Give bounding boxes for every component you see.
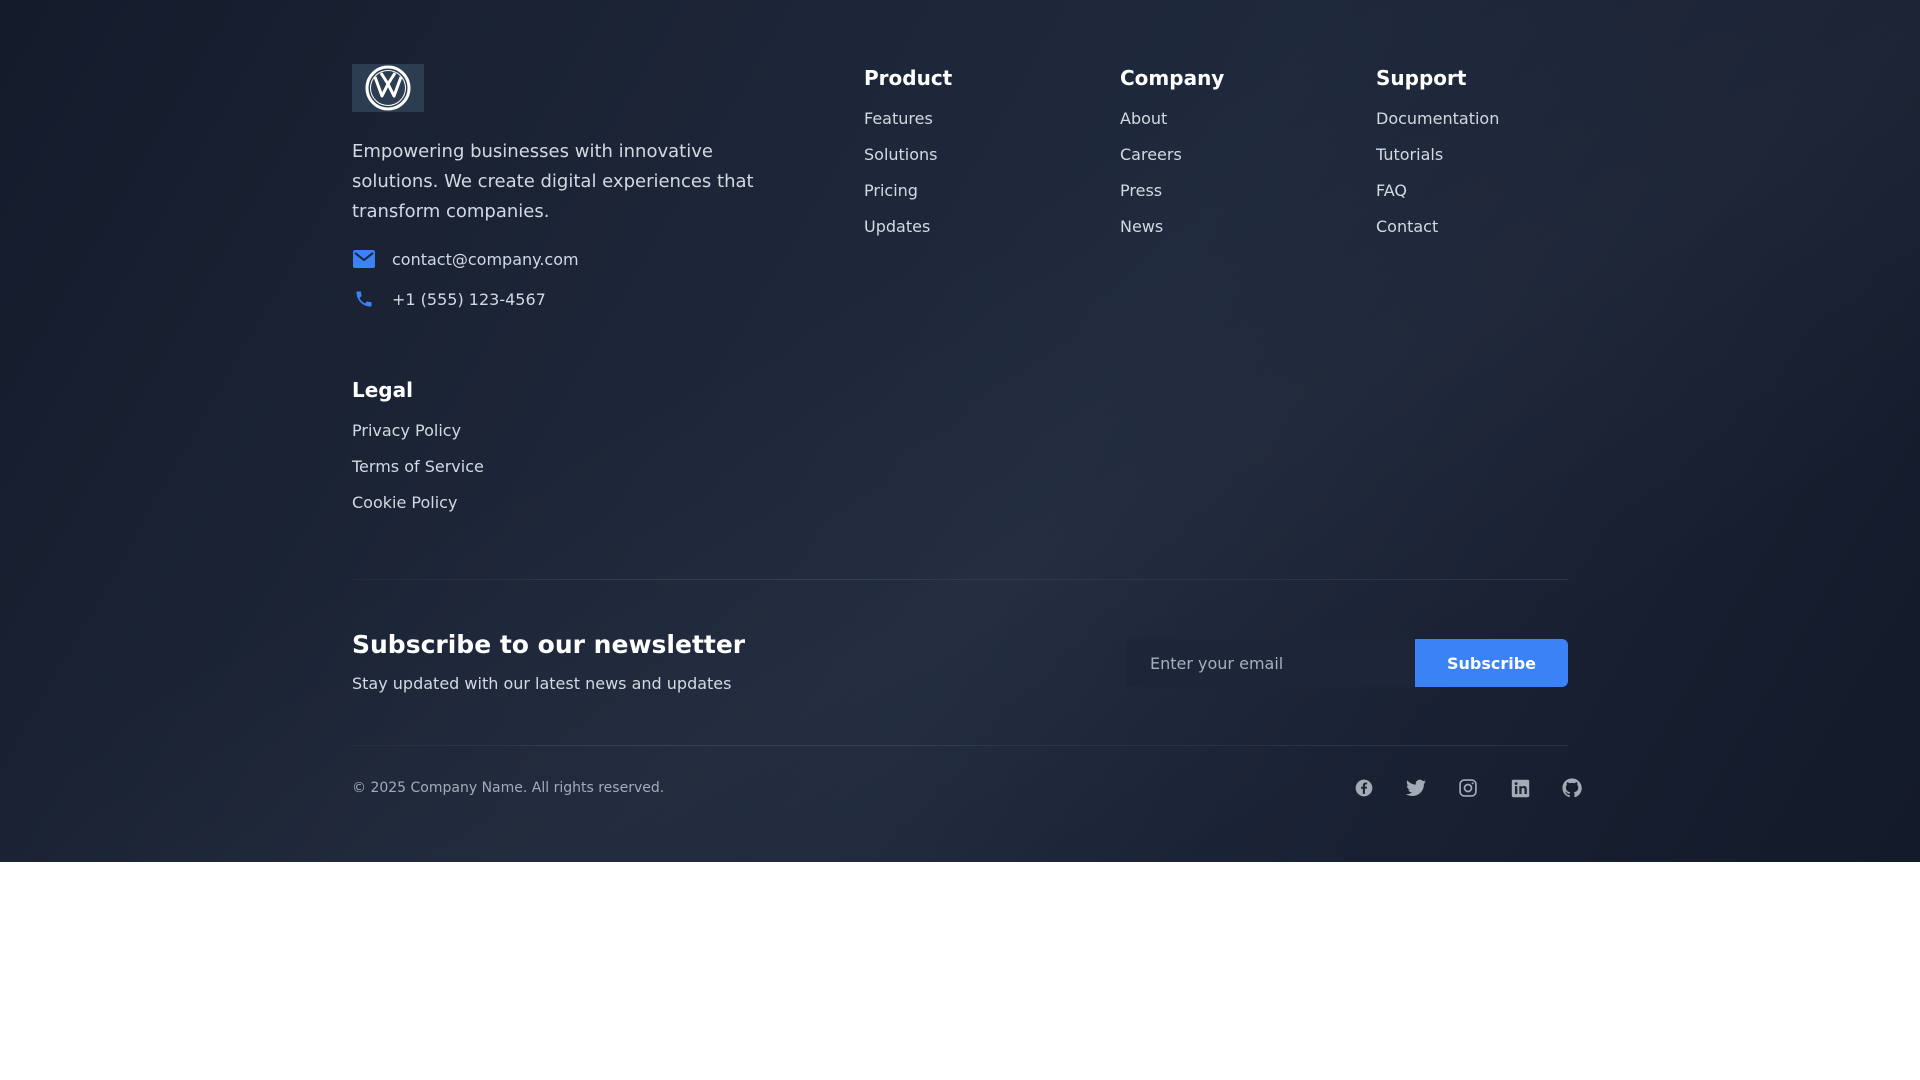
footer-column-legal: Legal Privacy Policy Terms of Service Co… [352,376,484,529]
link-documentation[interactable]: Documentation [1376,109,1499,128]
phone-icon [352,287,376,311]
footer-column-support: Support Documentation Tutorials FAQ Cont… [1376,64,1499,253]
bottom-divider [352,745,1568,746]
github-icon[interactable] [1560,776,1584,800]
footer-column-product: Product Features Solutions Pricing Updat… [864,64,952,253]
copyright-text: © 2025 Company Name. All rights reserved… [352,780,665,796]
link-press[interactable]: Press [1120,181,1162,200]
company-tagline: Empowering businesses with innovative so… [352,141,754,222]
support-heading: Support [1376,66,1467,90]
link-updates[interactable]: Updates [864,217,930,236]
vw-logo-icon [365,65,411,111]
link-solutions[interactable]: Solutions [864,145,938,164]
mail-icon [352,247,376,271]
contact-email-text: contact@company.com [392,249,579,269]
contact-email[interactable]: contact@company.com [352,247,579,271]
link-faq[interactable]: FAQ [1376,181,1407,200]
link-about[interactable]: About [1120,109,1167,128]
legal-heading: Legal [352,378,413,402]
link-tutorials[interactable]: Tutorials [1376,145,1443,164]
newsletter-email-input[interactable] [1126,639,1416,687]
newsletter-title: Subscribe to our newsletter [352,630,746,659]
link-careers[interactable]: Careers [1120,145,1182,164]
site-footer: Empowering businesses with innovative so… [0,0,1920,862]
vw-logo[interactable] [352,64,424,112]
link-privacy-policy[interactable]: Privacy Policy [352,421,461,440]
facebook-icon[interactable] [1352,776,1376,800]
link-pricing[interactable]: Pricing [864,181,918,200]
product-heading: Product [864,66,953,90]
company-heading: Company [1120,66,1225,90]
newsletter-subtitle: Stay updated with our latest news and up… [352,674,732,693]
link-cookie-policy[interactable]: Cookie Policy [352,493,457,512]
section-divider [352,579,1568,580]
link-contact[interactable]: Contact [1376,217,1438,236]
contact-phone[interactable]: +1 (555) 123-4567 [352,287,546,311]
link-features[interactable]: Features [864,109,933,128]
footer-inner: Empowering businesses with innovative so… [352,0,1582,862]
link-terms-of-service[interactable]: Terms of Service [352,457,484,476]
linkedin-icon[interactable] [1508,776,1532,800]
footer-column-company: Company About Careers Press News [1120,64,1224,253]
link-news[interactable]: News [1120,217,1163,236]
instagram-icon[interactable] [1456,776,1480,800]
subscribe-button[interactable]: Subscribe [1415,639,1568,687]
contact-phone-text: +1 (555) 123-4567 [392,289,546,309]
twitter-icon[interactable] [1404,776,1428,800]
